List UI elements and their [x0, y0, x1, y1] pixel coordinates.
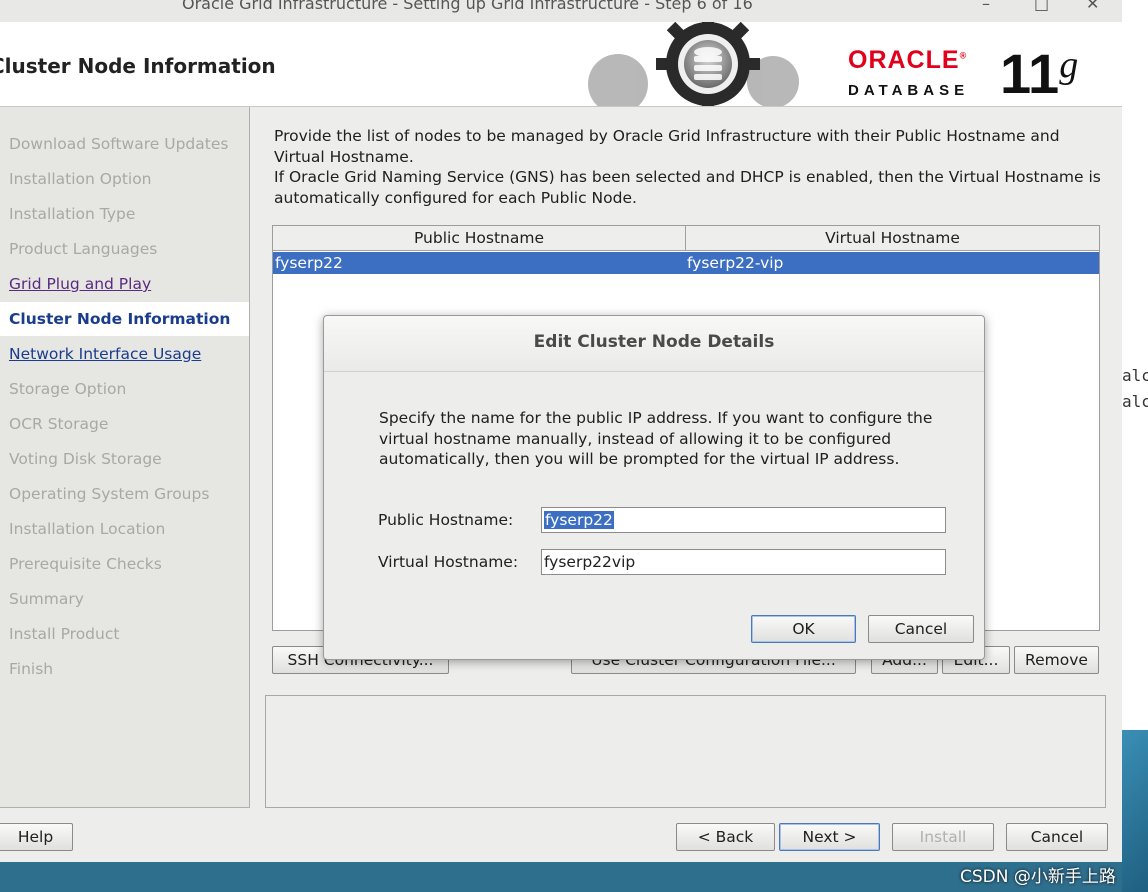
version-logo: 11g	[1000, 42, 1079, 105]
description-paragraph: Provide the list of nodes to be managed …	[274, 127, 1060, 166]
step-finish: Finish	[9, 660, 54, 678]
background-text-line: alc	[1122, 392, 1148, 411]
close-icon[interactable]: ✕	[1086, 0, 1099, 13]
window-title: Oracle Grid Infrastructure - Setting up …	[182, 0, 753, 13]
public-hostname-label: Public Hostname:	[378, 511, 514, 529]
page-title: Cluster Node Information	[0, 54, 276, 78]
step-network-interface-usage[interactable]: Network Interface Usage	[9, 345, 201, 363]
installer-window: Oracle Grid Infrastructure - Setting up …	[0, 0, 1122, 862]
gears-logo-icon	[588, 22, 799, 106]
table-row[interactable]: fyserp22 fyserp22-vip	[273, 252, 1099, 274]
desktop-background	[1122, 730, 1148, 892]
description-paragraph: If Oracle Grid Naming Service (GNS) has …	[274, 168, 1101, 207]
csdn-watermark: CSDN @小新手上路	[960, 867, 1116, 887]
ok-button[interactable]: OK	[751, 615, 856, 643]
minimize-icon[interactable]: –	[982, 0, 990, 13]
background-terminal	[1122, 0, 1148, 730]
step-cluster-node-information[interactable]: Cluster Node Information	[0, 302, 249, 336]
step-installation-type: Installation Type	[9, 205, 136, 223]
maximize-icon[interactable]: □	[1034, 0, 1049, 13]
step-storage-option: Storage Option	[9, 380, 127, 398]
dialog-cancel-button[interactable]: Cancel	[868, 615, 974, 643]
step-operating-system-groups: Operating System Groups	[9, 485, 210, 503]
back-button[interactable]: < Back	[676, 823, 775, 851]
step-installation-option: Installation Option	[9, 170, 152, 188]
database-logo-text: DATABASE	[848, 82, 970, 99]
dialog-header: Edit Cluster Node Details	[324, 316, 984, 372]
window-titlebar[interactable]: Oracle Grid Infrastructure - Setting up …	[0, 0, 1122, 22]
column-header-public-hostname[interactable]: Public Hostname	[273, 226, 686, 251]
column-header-virtual-hostname[interactable]: Virtual Hostname	[686, 226, 1099, 251]
step-ocr-storage: OCR Storage	[9, 415, 109, 433]
step-summary: Summary	[9, 590, 84, 608]
steps-sidebar: Download Software Updates Installation O…	[0, 107, 250, 808]
step-voting-disk-storage: Voting Disk Storage	[9, 450, 162, 468]
remove-button[interactable]: Remove	[1014, 646, 1099, 674]
step-prerequisite-checks: Prerequisite Checks	[9, 555, 162, 573]
selected-text: fyserp22	[544, 511, 614, 529]
edit-cluster-node-dialog: Edit Cluster Node Details Specify the na…	[323, 315, 985, 660]
installer-header: Cluster Node Information ORACLE® DATABAS…	[0, 22, 1122, 107]
dialog-description: Specify the name for the public IP addre…	[379, 409, 933, 468]
background-text-line: alc	[1122, 366, 1148, 385]
message-area	[265, 695, 1106, 808]
public-hostname-cell: fyserp22	[275, 254, 343, 272]
step-grid-plug-and-play[interactable]: Grid Plug and Play	[9, 275, 151, 293]
virtual-hostname-input[interactable]: fyserp22vip	[541, 549, 946, 575]
oracle-logo: ORACLE®	[848, 46, 968, 74]
step-download-software-updates: Download Software Updates	[9, 135, 229, 153]
step-installation-location: Installation Location	[9, 520, 166, 538]
virtual-hostname-label: Virtual Hostname:	[378, 553, 519, 571]
next-button[interactable]: Next >	[779, 823, 880, 851]
public-hostname-input[interactable]: fyserp22	[541, 507, 946, 533]
virtual-hostname-cell: fyserp22-vip	[687, 254, 784, 272]
step-install-product: Install Product	[9, 625, 120, 643]
step-product-languages: Product Languages	[9, 240, 158, 258]
dialog-title: Edit Cluster Node Details	[533, 332, 775, 352]
page-description: Provide the list of nodes to be managed …	[274, 126, 1104, 208]
install-button[interactable]: Install	[892, 823, 994, 851]
cancel-button[interactable]: Cancel	[1006, 823, 1108, 851]
help-button[interactable]: Help	[0, 823, 73, 851]
